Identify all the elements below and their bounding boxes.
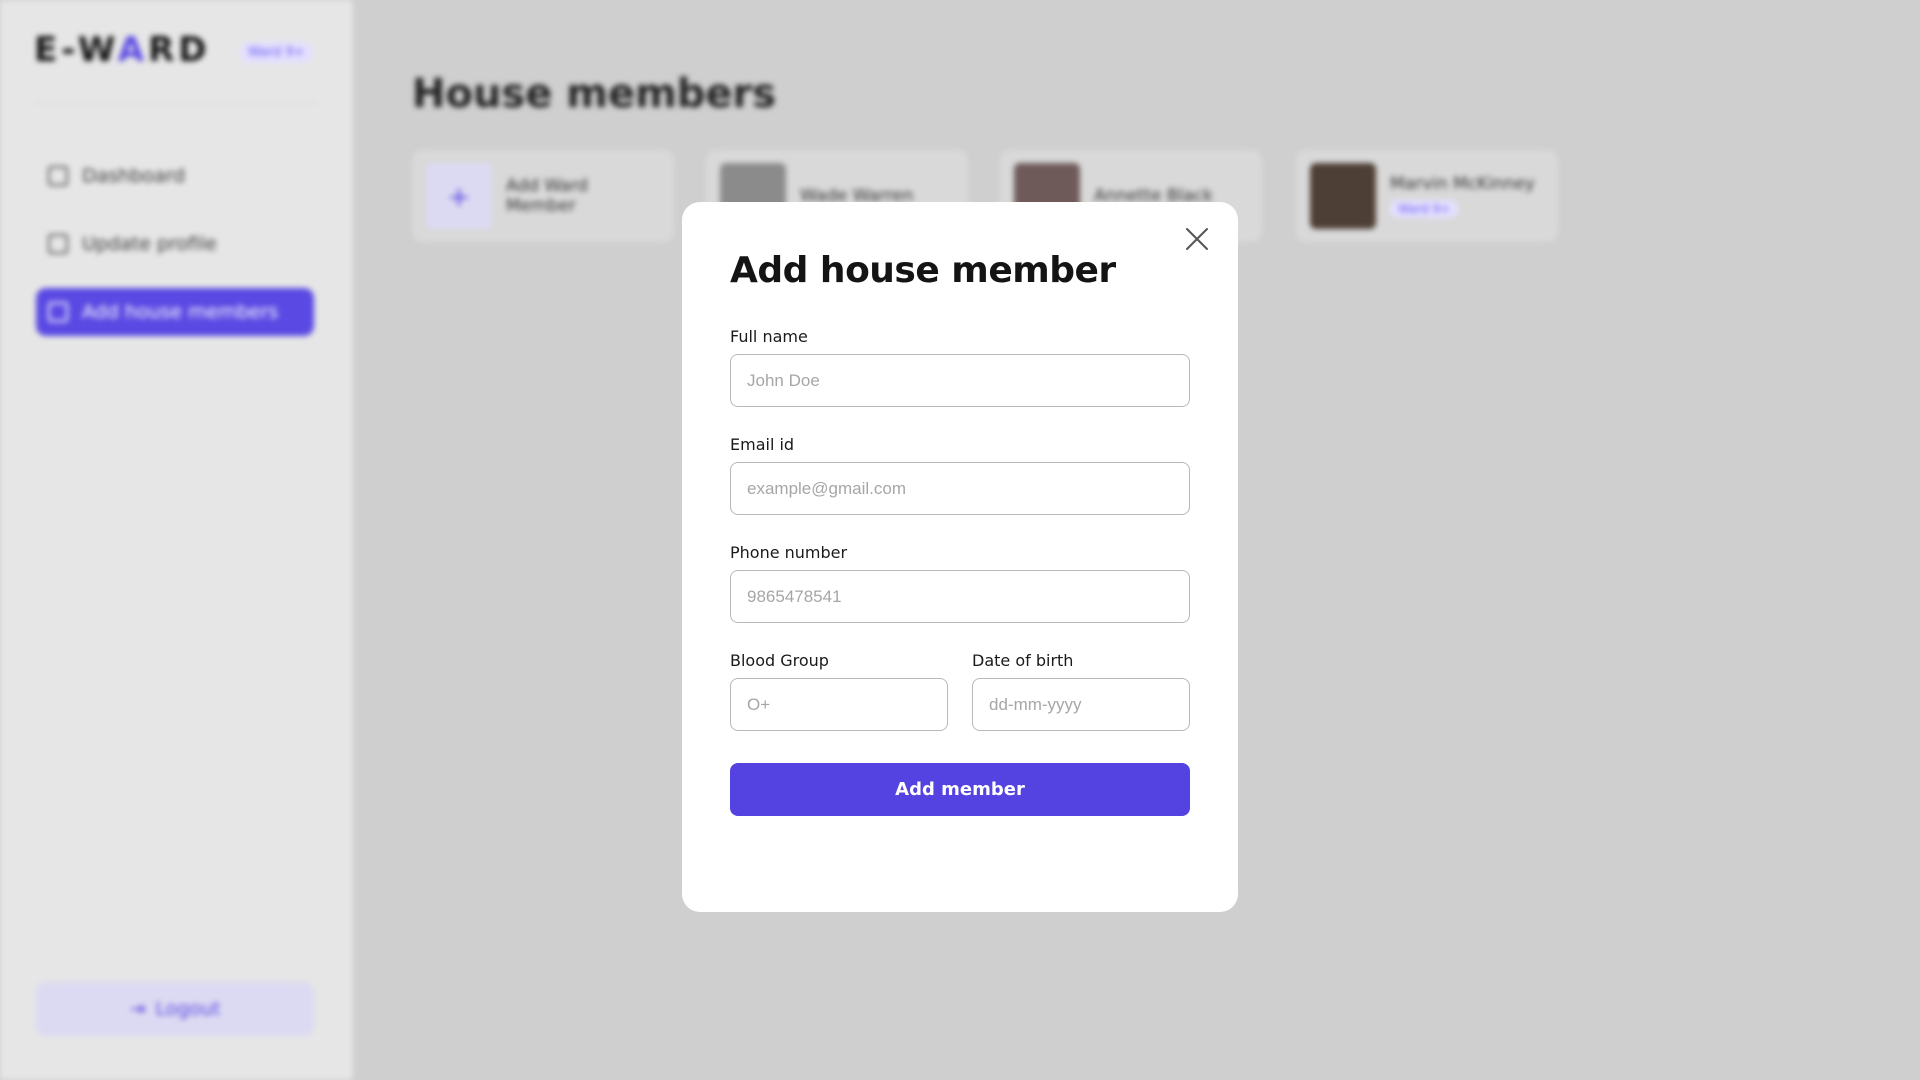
logout-icon: ⇥ (129, 998, 146, 1020)
sidebar: E-WARD Ward 9+ Dashboard Update profile … (0, 0, 353, 1080)
modal-title: Add house member (730, 250, 1116, 291)
full-name-input[interactable] (730, 354, 1190, 407)
phone-field-group: Phone number (730, 543, 1190, 623)
sidebar-item-label: Add house members (82, 301, 279, 323)
status-badge: Ward 9+ (1390, 200, 1459, 218)
email-label: Email id (730, 435, 795, 454)
add-ward-member-card[interactable]: + Add Ward Member (412, 150, 674, 242)
add-member-button[interactable]: Add member (730, 763, 1190, 816)
sidebar-item-update-profile[interactable]: Update profile (36, 220, 314, 268)
phone-label: Phone number (730, 543, 848, 562)
sidebar-item-dashboard[interactable]: Dashboard (36, 152, 314, 200)
blood-dob-row: Blood Group Date of birth (730, 651, 1190, 731)
email-field-group: Email id (730, 435, 1190, 515)
edit-icon (48, 234, 68, 254)
close-button[interactable] (1180, 222, 1214, 256)
member-name: Marvin McKinney (1390, 174, 1535, 194)
dob-field-group: Date of birth (972, 651, 1190, 731)
dob-input[interactable] (972, 678, 1190, 731)
sidebar-item-label: Dashboard (82, 165, 186, 187)
close-icon (1186, 228, 1208, 250)
page-title: House members (412, 70, 777, 117)
full-name-label: Full name (730, 327, 808, 346)
user-add-icon (48, 302, 68, 322)
app-logo: E-WARD (34, 30, 211, 70)
plus-icon: + (426, 163, 492, 229)
member-card[interactable]: Marvin McKinney Ward 9+ (1296, 150, 1558, 242)
avatar (1310, 163, 1376, 229)
sidebar-item-label: Update profile (82, 233, 217, 255)
sidebar-item-add-house-members[interactable]: Add house members (36, 288, 314, 336)
logout-button[interactable]: ⇥ Logout (36, 982, 314, 1036)
ward-badge: Ward 9+ (240, 42, 313, 63)
full-name-field-group: Full name (730, 327, 1190, 407)
dob-label: Date of birth (972, 651, 1074, 670)
add-house-member-modal: Add house member Full name Email id Phon… (682, 202, 1238, 912)
sidebar-divider (34, 102, 318, 103)
blood-group-label: Blood Group (730, 651, 829, 670)
phone-input[interactable] (730, 570, 1190, 623)
blood-group-input[interactable] (730, 678, 948, 731)
blood-group-field-group: Blood Group (730, 651, 948, 731)
email-input[interactable] (730, 462, 1190, 515)
grid-icon (48, 166, 68, 186)
add-card-label: Add Ward Member (506, 176, 588, 216)
